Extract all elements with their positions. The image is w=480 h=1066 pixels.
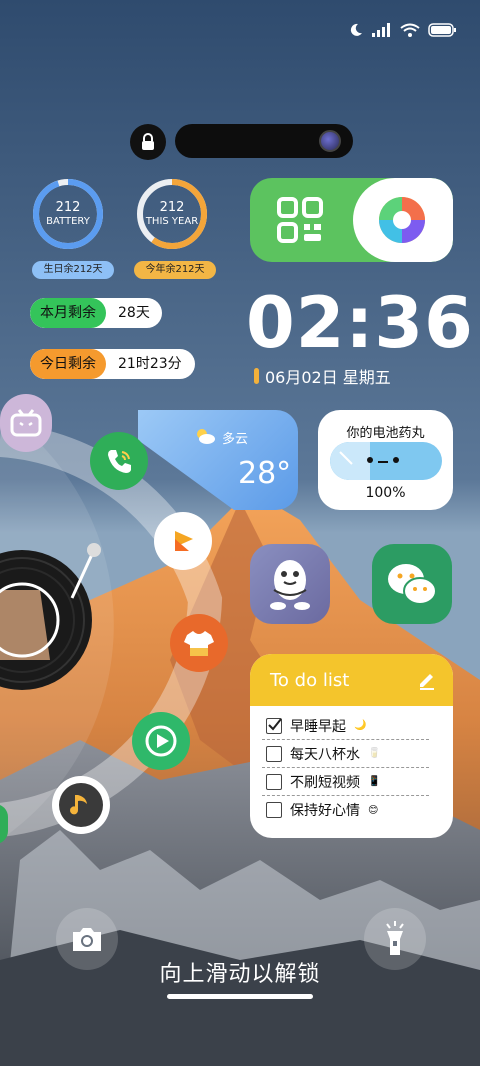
- todo-widget: To do list 早睡早起 🌙 每天八杯水 🥛 不刷短视频 📱 保持好心情 …: [250, 654, 453, 838]
- todo-item[interactable]: 保持好心情 😊: [262, 796, 429, 824]
- battery-pill: [330, 442, 442, 480]
- battery-ring-widget[interactable]: 212 BATTERY: [32, 178, 104, 250]
- weather-condition: 多云: [222, 432, 249, 447]
- lock-button[interactable]: [130, 124, 166, 160]
- todo-text: 不刷短视频: [290, 774, 360, 791]
- todo-text: 每天八杯水: [290, 746, 360, 763]
- todo-checkbox[interactable]: [266, 773, 282, 790]
- qq-app[interactable]: [250, 544, 330, 624]
- camera-icon: [73, 928, 101, 951]
- date-text: 06月02日 星期五: [265, 368, 391, 387]
- todo-emoji: 🥛: [368, 748, 381, 759]
- bilibili-app[interactable]: [0, 394, 52, 452]
- moon-icon: [350, 23, 362, 36]
- qr-scan-icon: [277, 197, 323, 243]
- qr-scan-button[interactable]: [276, 196, 324, 244]
- unlock-hint: 向上滑动以解锁: [159, 962, 321, 987]
- flashlight-icon: [386, 921, 404, 955]
- todo-emoji: 📱: [368, 776, 381, 787]
- pencil-icon[interactable]: [417, 670, 437, 690]
- video-app-icon: [175, 531, 193, 551]
- bilibili-icon: [10, 409, 42, 437]
- month-remaining-label: 本月剩余: [30, 298, 106, 328]
- ring-label: THIS YEAR: [145, 216, 199, 227]
- cloud-sun-icon: [194, 428, 216, 448]
- month-remaining-value: 28天: [118, 305, 150, 321]
- wechat-app[interactable]: [372, 544, 452, 624]
- wifi-icon: [400, 23, 420, 37]
- year-ring-widget[interactable]: 212 THIS YEAR: [136, 178, 208, 250]
- ring-number: 212: [159, 200, 185, 215]
- day-remaining-label: 今日剩余: [30, 349, 106, 379]
- shop-app[interactable]: [170, 614, 228, 672]
- todo-checkbox[interactable]: [266, 802, 282, 818]
- ring-label: BATTERY: [46, 216, 90, 227]
- day-remaining-value: 21时23分: [118, 356, 182, 372]
- todo-header: To do list: [250, 654, 453, 706]
- quick-actions-widget: [250, 178, 453, 262]
- todo-list: 早睡早起 🌙 每天八杯水 🥛 不刷短视频 📱 保持好心情 😊: [250, 706, 453, 824]
- lock-icon: [142, 133, 154, 150]
- todo-text: 早睡早起: [290, 718, 346, 735]
- battery-pill-title: 你的电池药丸: [346, 426, 425, 441]
- dynamic-island[interactable]: [175, 124, 353, 158]
- todo-item[interactable]: 每天八杯水 🥛: [262, 740, 429, 768]
- wechat-icon: [388, 564, 437, 605]
- ring-number: 212: [55, 200, 81, 215]
- wallpaper: [0, 0, 480, 1066]
- todo-item[interactable]: 不刷短视频 📱: [262, 768, 429, 796]
- music-app[interactable]: [52, 776, 110, 834]
- status-bar: [348, 22, 456, 38]
- day-remaining[interactable]: 今日剩余 21时23分: [30, 349, 195, 379]
- play-icon: [145, 725, 177, 757]
- todo-title: To do list: [270, 669, 350, 691]
- todo-checkbox[interactable]: [266, 745, 282, 762]
- home-indicator[interactable]: [167, 994, 313, 999]
- music-badge: [59, 783, 103, 827]
- todo-text: 保持好心情: [290, 803, 360, 819]
- clock-time: 02:36: [246, 282, 474, 364]
- phone-icon: [108, 450, 131, 473]
- check-icon: [268, 717, 282, 730]
- qq-penguin-icon: [270, 560, 310, 610]
- todo-emoji: 🌙: [354, 720, 367, 731]
- music-note-icon: [70, 795, 87, 815]
- weather-temperature: 28°: [238, 456, 292, 491]
- signal-icon: [372, 23, 390, 37]
- pill-face-icon: [339, 451, 399, 465]
- month-remaining[interactable]: 本月剩余 28天: [30, 298, 162, 328]
- camera-aperture-icon: [379, 197, 425, 243]
- clock-date: 06月02日 星期五: [254, 364, 391, 388]
- video-app[interactable]: [154, 512, 212, 570]
- phone-app[interactable]: [90, 432, 148, 490]
- battery-pill-widget[interactable]: 你的电池药丸 100%: [318, 410, 453, 510]
- birthday-tag: 生日余212天: [32, 261, 114, 279]
- shirt-icon: [184, 631, 214, 656]
- battery-icon: [428, 23, 456, 37]
- todo-emoji: 😊: [368, 804, 379, 816]
- year-tag: 今年余212天: [134, 261, 216, 279]
- tencent-video-app[interactable]: [132, 712, 190, 770]
- battery-percent: 100%: [365, 485, 406, 501]
- todo-item[interactable]: 早睡早起 🌙: [262, 712, 429, 740]
- todo-checkbox[interactable]: [266, 717, 282, 734]
- avatar: [319, 130, 341, 152]
- camera-aperture-button[interactable]: [353, 178, 453, 262]
- date-accent: [254, 368, 259, 384]
